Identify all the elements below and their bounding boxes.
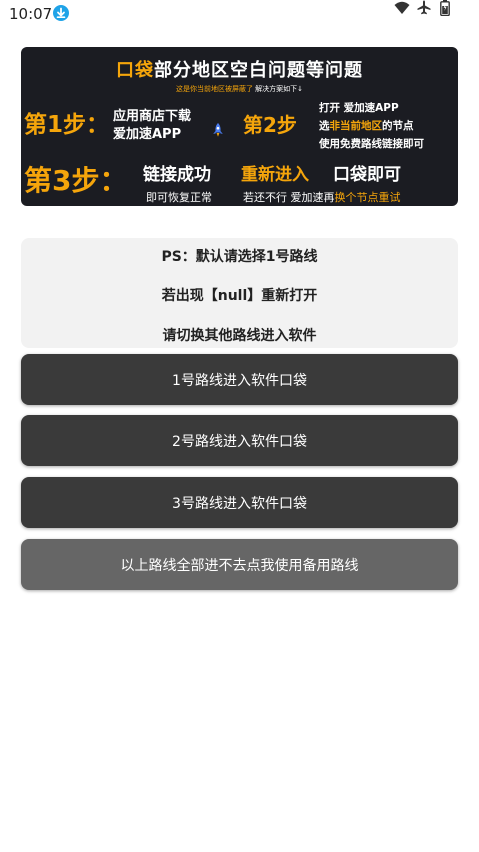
- rocket-icon: [210, 122, 226, 138]
- route-1-button[interactable]: 1号路线进入软件口袋: [21, 354, 458, 405]
- route-3-button[interactable]: 3号路线进入软件口袋: [21, 477, 458, 528]
- step3-part1: 链接成功: [143, 165, 211, 185]
- step2-line1: 打开 爱加速APP: [319, 102, 399, 114]
- backup-route-button[interactable]: 以上路线全部进不去点我使用备用路线: [21, 539, 458, 590]
- banner-title-highlight: 口袋: [116, 60, 154, 81]
- banner-title-rest: 部分地区空白问题等问题: [154, 60, 363, 81]
- banner-subtitle: 这是你当前地区被屏蔽了 解决方案如下↓: [21, 84, 458, 94]
- step3-note2: 若还不行 爱加速再换个节点重试: [243, 189, 401, 205]
- banner-subtitle-highlight: 这是你当前地区被屏蔽了: [175, 85, 253, 93]
- info-box: PS：默认请选择1号路线 若出现【null】重新打开 请切换其他路线进入软件: [21, 238, 458, 348]
- step3-part2: 重新进入: [241, 165, 309, 185]
- info-line-default-route: PS：默认请选择1号路线: [161, 249, 318, 265]
- step3-note2-pre: 若还不行 爱加速再: [243, 191, 335, 204]
- step2-line2-post: 的节点: [382, 120, 414, 132]
- step2-line2: 选非当前地区的节点: [319, 118, 414, 133]
- step1-label: 第1步：: [24, 112, 110, 138]
- step2-line2-highlight: 非当前地区: [329, 120, 383, 132]
- wifi-icon: [394, 0, 410, 19]
- battery-icon: [440, 0, 450, 20]
- step2-label: 第2步: [243, 113, 297, 137]
- step2-line2-pre: 选: [319, 120, 330, 132]
- banner-title: 口袋部分地区空白问题等问题: [21, 56, 458, 82]
- status-bar: 10:07: [0, 0, 479, 28]
- banner-subtitle-rest: 解决方案如下↓: [252, 85, 304, 93]
- step2-line3: 使用免费路线链接即可: [319, 138, 424, 150]
- step3-label: 第3步：: [24, 164, 128, 197]
- download-icon: [53, 5, 69, 21]
- info-line-null-reopen: 若出现【null】重新打开: [161, 288, 318, 304]
- step3-note2-highlight: 换个节点重试: [334, 191, 401, 204]
- route-2-button[interactable]: 2号路线进入软件口袋: [21, 415, 458, 466]
- airplane-icon: [417, 0, 431, 19]
- status-time: 10:07: [9, 5, 53, 23]
- step3-note1: 即可恢复正常: [146, 191, 212, 204]
- info-line-switch-route: 请切换其他路线进入软件: [162, 328, 317, 344]
- instruction-banner: 口袋部分地区空白问题等问题 这是你当前地区被屏蔽了 解决方案如下↓ 第1步： 应…: [21, 47, 458, 206]
- step3-part3: 口袋即可: [333, 165, 401, 185]
- step1-line1: 应用商店下载: [113, 109, 192, 124]
- step1-line2: 爱加速APP: [113, 127, 182, 142]
